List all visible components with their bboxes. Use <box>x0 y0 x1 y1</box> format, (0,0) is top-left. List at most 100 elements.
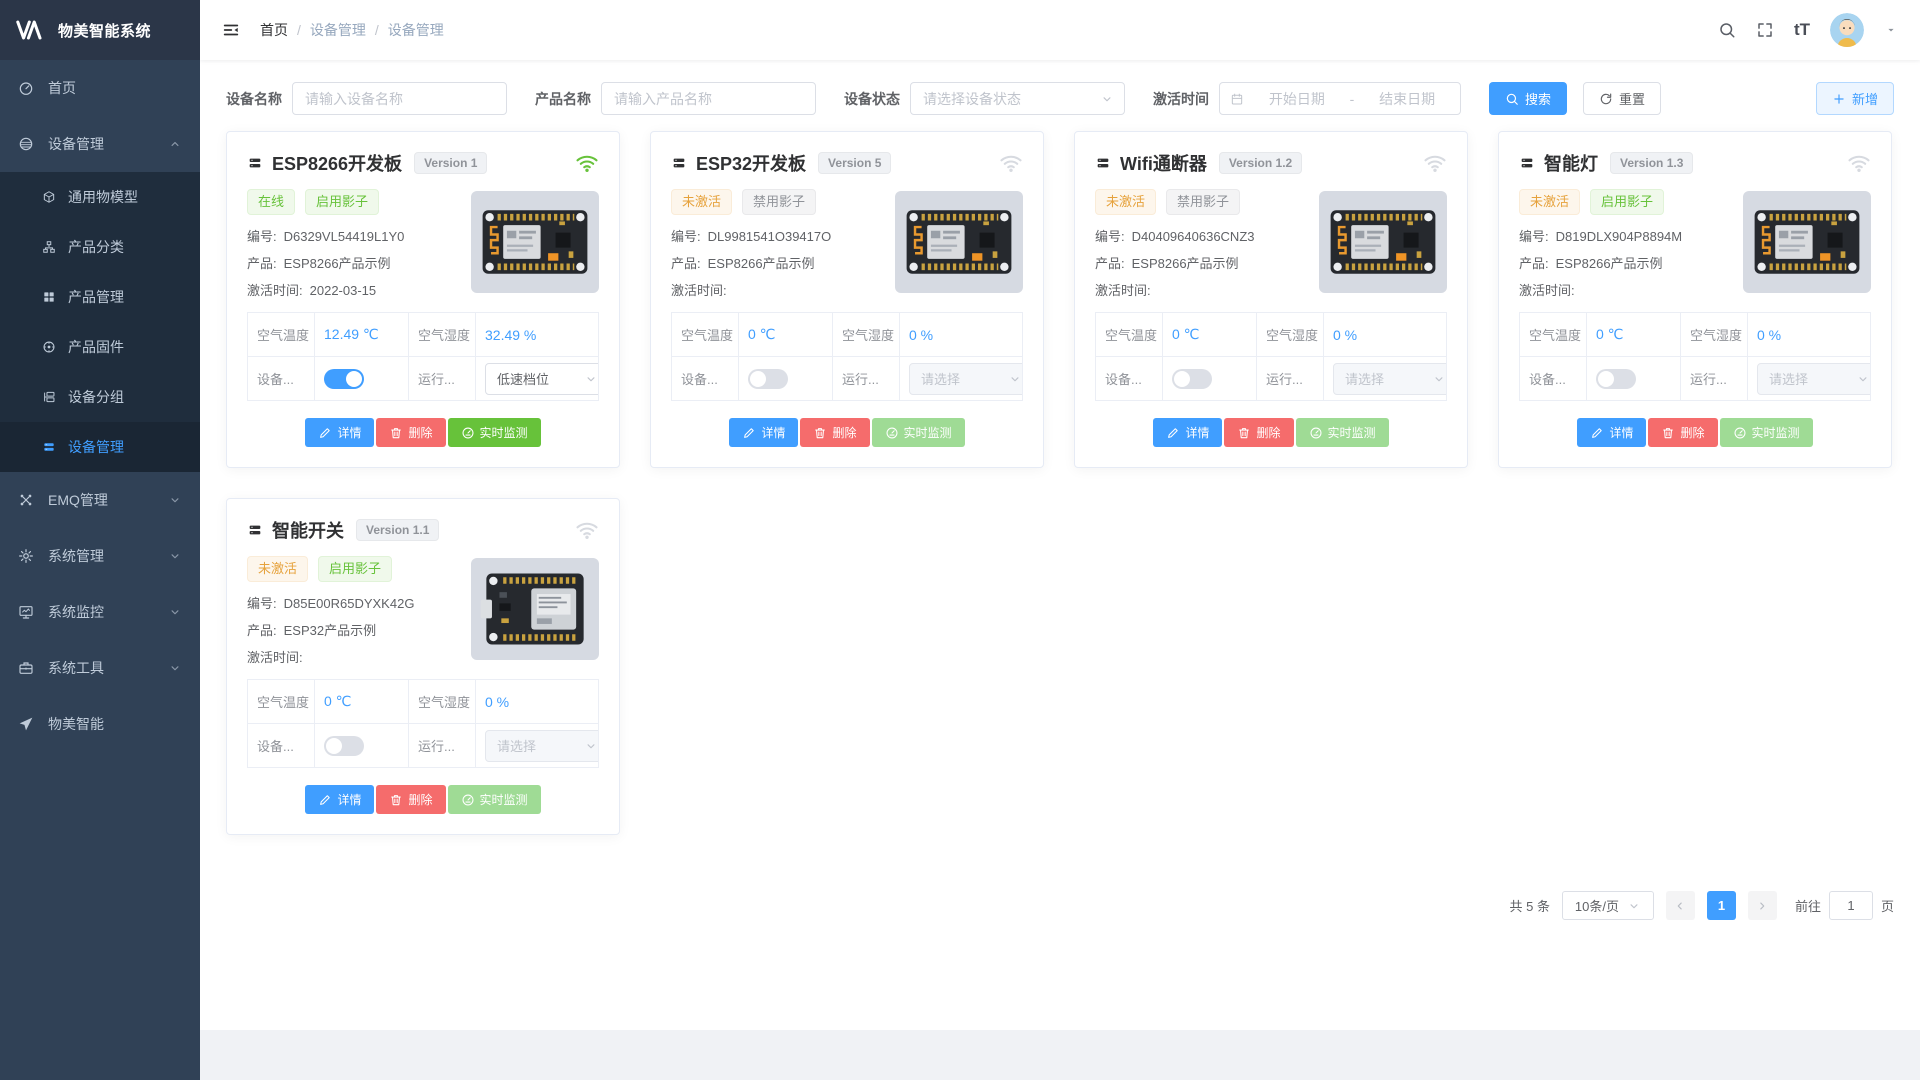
delete-button[interactable]: 删除 <box>1224 418 1293 447</box>
user-menu-caret-icon[interactable] <box>1884 23 1898 37</box>
navbar-actions: tT <box>1718 13 1898 47</box>
monitor-button[interactable]: 实时监测 <box>448 418 541 447</box>
temp-value: 12.49 ℃ <box>315 313 409 357</box>
filter-bar: 设备名称 产品名称 设备状态 请选择设备状态 <box>226 74 1894 131</box>
device-list-icon <box>1095 155 1111 171</box>
wifi-status-icon <box>575 518 599 542</box>
detail-button[interactable]: 详情 <box>1153 418 1222 447</box>
temp-value: 0 ℃ <box>1163 313 1257 357</box>
run-mode-select[interactable]: 请选择 <box>1333 363 1447 395</box>
chevron-down-icon <box>1008 372 1022 386</box>
sidebar-item-thing-model[interactable]: 通用物模型 <box>0 172 200 222</box>
run-mode-select[interactable]: 请选择 <box>1757 363 1871 395</box>
device-sn: D85E00R65DYXK42G <box>284 596 415 611</box>
sidebar: 物美智能系统 首页 设备管理 通用物模型 产品分类 <box>0 0 200 1080</box>
chevron-down-icon <box>584 372 598 386</box>
temp-value: 0 ℃ <box>739 313 833 357</box>
detail-button[interactable]: 详情 <box>305 418 374 447</box>
emq-icon <box>18 492 34 508</box>
sidebar-item-system-monitor[interactable]: 系统监控 <box>0 584 200 640</box>
trash-icon <box>389 426 403 440</box>
sidebar-item-device-mgmt[interactable]: 设备管理 <box>0 116 200 172</box>
chevron-down-icon <box>168 605 182 619</box>
sidebar-item-device-group[interactable]: 设备分组 <box>0 372 200 422</box>
wifi-status-icon <box>1423 151 1447 175</box>
date-range-picker[interactable]: 开始日期 - 结束日期 <box>1219 82 1461 115</box>
product-name-input[interactable] <box>601 82 816 115</box>
chevron-down-icon <box>1856 372 1870 386</box>
delete-button[interactable]: 删除 <box>376 785 445 814</box>
breadcrumb-current: 设备管理 <box>388 20 444 40</box>
device-props-table: 空气温度 12.49 ℃ 空气湿度 32.49 % 设备... 运行... <box>247 312 599 401</box>
pencil-icon <box>742 426 756 440</box>
page-number-current[interactable]: 1 <box>1707 891 1736 920</box>
device-status-select[interactable]: 请选择设备状态 <box>910 82 1125 115</box>
delete-button[interactable]: 删除 <box>1648 418 1717 447</box>
sidebar-item-system-mgmt[interactable]: 系统管理 <box>0 528 200 584</box>
device-switch-toggle[interactable] <box>1172 369 1212 389</box>
sidebar-item-firmware[interactable]: 产品固件 <box>0 322 200 372</box>
chevron-up-icon <box>168 137 182 151</box>
device-product: ESP32产品示例 <box>284 623 376 638</box>
dashboard-icon <box>18 80 34 96</box>
detail-button[interactable]: 详情 <box>1577 418 1646 447</box>
detail-button[interactable]: 详情 <box>729 418 798 447</box>
status-badge: 未激活 <box>671 189 732 215</box>
device-sn: DL9981541O39417O <box>708 229 832 244</box>
gauge-icon <box>885 426 899 440</box>
device-switch-toggle[interactable] <box>748 369 788 389</box>
trash-icon <box>1237 426 1251 440</box>
sidebar-collapse-icon[interactable] <box>222 21 240 39</box>
reset-button[interactable]: 重置 <box>1583 82 1661 115</box>
sidebar-item-device-list[interactable]: 设备管理 <box>0 422 200 472</box>
sidebar-item-emq[interactable]: EMQ管理 <box>0 472 200 528</box>
goto-page-input[interactable] <box>1829 891 1873 920</box>
version-badge: Version 1.3 <box>1610 152 1693 174</box>
device-product: ESP8266产品示例 <box>1556 256 1663 271</box>
next-page-button[interactable] <box>1748 891 1777 920</box>
prev-page-button[interactable] <box>1666 891 1695 920</box>
device-switch-toggle[interactable] <box>324 369 364 389</box>
delete-button[interactable]: 删除 <box>800 418 869 447</box>
breadcrumb-home[interactable]: 首页 <box>260 20 288 40</box>
page-size-select[interactable]: 10条/页 <box>1562 891 1654 920</box>
toolbox-icon <box>18 660 34 676</box>
fullscreen-icon[interactable] <box>1756 21 1774 39</box>
delete-button[interactable]: 删除 <box>376 418 445 447</box>
monitor-button: 实时监测 <box>448 785 541 814</box>
breadcrumb-device-mgmt: 设备管理 <box>310 20 366 40</box>
search-button[interactable]: 搜索 <box>1489 82 1567 115</box>
run-mode-select[interactable]: 请选择 <box>485 730 599 762</box>
device-sn: D40409640636CNZ3 <box>1132 229 1255 244</box>
device-name-input[interactable] <box>292 82 507 115</box>
devices-icon <box>18 136 34 152</box>
sidebar-item-system-tools[interactable]: 系统工具 <box>0 640 200 696</box>
device-image <box>1319 191 1447 293</box>
sidebar-item-product-mgmt[interactable]: 产品管理 <box>0 272 200 322</box>
font-size-icon[interactable]: tT <box>1794 20 1810 40</box>
status-badge: 未激活 <box>1095 189 1156 215</box>
device-switch-toggle[interactable] <box>324 736 364 756</box>
gauge-icon <box>461 793 475 807</box>
status-badge: 未激活 <box>247 556 308 582</box>
sidebar-item-wumei-smart[interactable]: 物美智能 <box>0 696 200 752</box>
pencil-icon <box>1166 426 1180 440</box>
run-mode-select[interactable]: 低速档位 <box>485 363 599 395</box>
chevron-down-icon <box>1100 92 1114 106</box>
monitor-button: 实时监测 <box>1720 418 1813 447</box>
detail-button[interactable]: 详情 <box>305 785 374 814</box>
trash-icon <box>389 793 403 807</box>
status-badge: 未激活 <box>1519 189 1580 215</box>
device-list-icon <box>247 522 263 538</box>
run-mode-select[interactable]: 请选择 <box>909 363 1023 395</box>
avatar[interactable] <box>1830 13 1864 47</box>
plus-icon <box>1832 92 1846 106</box>
device-image <box>471 558 599 660</box>
refresh-icon <box>1599 92 1613 106</box>
sidebar-item-home[interactable]: 首页 <box>0 60 200 116</box>
sidebar-item-product-category[interactable]: 产品分类 <box>0 222 200 272</box>
device-switch-toggle[interactable] <box>1596 369 1636 389</box>
add-device-button[interactable]: 新增 <box>1816 82 1894 115</box>
shadow-badge: 启用影子 <box>305 189 379 215</box>
search-icon[interactable] <box>1718 21 1736 39</box>
